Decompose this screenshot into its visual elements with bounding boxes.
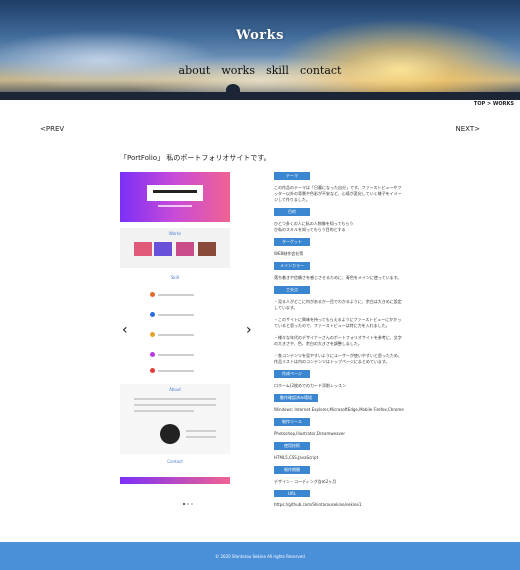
screenshot-thumb	[176, 242, 194, 256]
hero-horizon	[0, 92, 520, 100]
detail-text-pages: ロホーム(2枚めでのカード添削レッスン	[274, 383, 346, 388]
nav-works[interactable]: works	[221, 64, 255, 77]
page-title: Works	[236, 28, 284, 43]
screenshot-about-panel: About	[120, 384, 230, 454]
screenshot-works-panel: Works	[120, 228, 230, 268]
screenshot-thumb	[154, 242, 172, 256]
slider-prev-arrow[interactable]: ‹	[122, 322, 128, 338]
work-heading: 「PortFolio」 私のポートフォリオサイトです。	[120, 154, 271, 162]
detail-text-purpose: ひとつ多くの人に私の人物像を知ってもらう ひ私のスキルを知ってもらう目的とする	[274, 221, 354, 232]
nav-skill[interactable]: skill	[266, 64, 289, 77]
detail-label-tools: 制作ツール	[274, 418, 310, 426]
slider-dot[interactable]	[187, 503, 189, 505]
slider-dot[interactable]	[183, 503, 185, 505]
next-link[interactable]: NEXT>	[456, 125, 480, 133]
detail-label-target: ターゲット	[274, 238, 310, 246]
detail-text-tech: HTML5,CSS,JavaScript	[274, 455, 319, 460]
slider-dots	[182, 490, 194, 509]
detail-text-tools: Photoshop,Illustrator,Dreamweaver	[274, 431, 346, 436]
detail-text-environment: Windows: Internet Explorer,MicrosoftEdge…	[274, 407, 404, 412]
slider-dot[interactable]	[191, 503, 193, 505]
main-nav: about works skill contact	[0, 59, 520, 78]
detail-text-theme: この作品のテーマは「日暮になった自分」です。ファーストビューやフッター以外の背景…	[274, 185, 402, 202]
detail-text-target: WEB制作会社等	[274, 251, 304, 256]
detail-label-url: URL	[274, 490, 310, 497]
screenshot-title-box	[147, 185, 203, 201]
work-details: テーマ この作品のテーマは「日暮になった自分」です。ファーストビューやフッター以…	[274, 172, 404, 513]
work-slider: Works Skill About Contact ‹ ›	[120, 172, 260, 505]
screenshot-contact-title: Contact	[167, 459, 183, 464]
slide-screenshot: Works Skill About Contact	[120, 172, 230, 484]
nav-about[interactable]: about	[179, 64, 211, 77]
nav-contact[interactable]: contact	[300, 64, 341, 77]
screenshot-skill-panel: Skill	[120, 272, 230, 380]
detail-text-ideas: ・見る人がどこに何があるか一目でわかるように、余白は大きめに設定しています。 ・…	[274, 299, 402, 364]
detail-label-environment: 動作確認済み環境	[274, 394, 318, 402]
screenshot-thumb	[198, 242, 216, 256]
hero-tree	[226, 84, 240, 96]
detail-label-ideas: 工夫点	[274, 286, 310, 294]
screenshot-profile-photo	[160, 424, 180, 444]
screenshot-thumb	[134, 242, 152, 256]
prev-link[interactable]: <PREV	[40, 125, 64, 133]
screenshot-contact-panel: Contact	[120, 457, 230, 484]
screenshot-about-title: About	[169, 387, 181, 392]
detail-label-tech: 使用技術	[274, 442, 310, 450]
detail-text-main-color: 落ち着きや信頼さを感じさせるために、青色をメインに使っています。	[274, 275, 402, 280]
detail-label-theme: テーマ	[274, 172, 310, 180]
screenshot-works-title: Works	[168, 231, 182, 236]
slider-next-arrow[interactable]: ›	[246, 322, 252, 338]
detail-label-pages: 作成ページ	[274, 370, 310, 378]
screenshot-top-panel	[120, 172, 230, 222]
detail-text-period: デザイン・コーディング含め2ヶ月	[274, 479, 337, 484]
detail-url-link[interactable]: https://github.com/Shintarousekine/sekin…	[274, 502, 404, 508]
hero-header: Works about works skill contact	[0, 0, 520, 100]
footer: © 2020 Shintarou Sekine All rights Reser…	[0, 542, 520, 570]
copyright: © 2020 Shintarou Sekine All rights Reser…	[215, 554, 305, 559]
detail-label-period: 制作期間	[274, 466, 310, 474]
breadcrumb[interactable]: TOP > WORKS	[474, 101, 514, 107]
detail-label-purpose: 目的	[274, 208, 310, 216]
screenshot-skill-title: Skill	[170, 275, 180, 280]
detail-label-main-color: メインカラー	[274, 262, 310, 270]
